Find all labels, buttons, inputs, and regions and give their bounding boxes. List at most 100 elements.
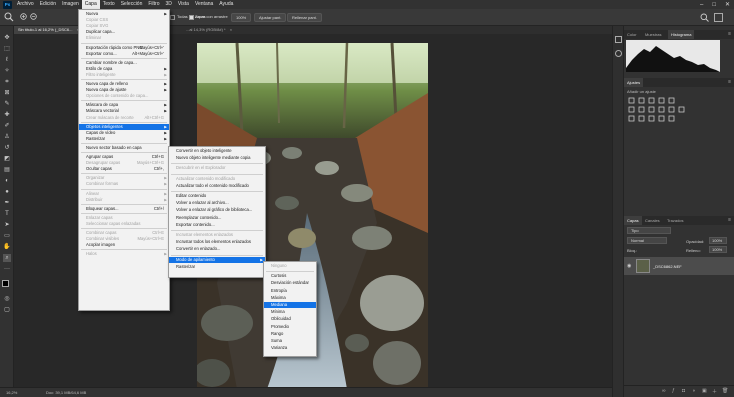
menu-item-organizar[interactable]: Organizar ▶ (79, 175, 169, 181)
tab-adjustments[interactable]: Ajustes (624, 78, 644, 87)
trash-icon[interactable]: 🗑 (722, 388, 728, 394)
tab-histogram[interactable]: Histograma (668, 30, 695, 39)
layers-checkbox[interactable] (170, 15, 175, 21)
menu-item-reemplazar-contenido[interactable]: Reemplazar contenido... (169, 215, 265, 221)
gradient-tool-icon[interactable]: ▤ (3, 166, 11, 174)
menu-item-enlazar-capas[interactable]: Enlazar capas (79, 215, 169, 221)
menu-item-nuevo-sector-basado-en-capa[interactable]: Nuevo sector basado en capa (79, 145, 169, 151)
frame-tool-icon[interactable]: ⊠ (3, 89, 11, 97)
menu-item-filtro-inteligente[interactable]: Filtro inteligente ▶ (79, 72, 169, 78)
link-layers-icon[interactable]: ∞ (662, 388, 666, 394)
zoom-out-icon[interactable] (30, 13, 38, 21)
layer-row[interactable]: ◉ _DSC6862.NEF (624, 257, 734, 275)
tab-paths[interactable]: Trazados (664, 216, 687, 225)
menu-ayuda[interactable]: Ayuda (216, 0, 236, 9)
menu-item-mediana[interactable]: Mediana (264, 302, 316, 308)
layer-name[interactable]: _DSC6862.NEF (653, 264, 682, 269)
menu-item-rasterizar[interactable]: Rasterizar (169, 264, 265, 270)
menu-item-entropia[interactable]: Entropía (264, 288, 316, 294)
zoom-tool-icon-active[interactable]: ⌕ (3, 254, 11, 262)
menu-item-editar-contenido[interactable]: Editar contenido (169, 193, 265, 199)
menu-item-actualizar-todo-el-contenido-modificado[interactable]: Actualizar todo el contenido modificado (169, 183, 265, 189)
menu-item-acoplar-imagen[interactable]: Acoplar imagen (79, 242, 169, 248)
menu-item-copiar-css[interactable]: Copiar CSS (79, 17, 169, 23)
tab-channels[interactable]: Canales (642, 216, 663, 225)
stamp-tool-icon[interactable]: ♙ (3, 133, 11, 141)
menu-item-alinear[interactable]: Alinear ▶ (79, 191, 169, 197)
close-button[interactable]: ✕ (725, 1, 730, 8)
menu-item-nueva-capa-de-ajuste[interactable]: Nueva capa de ajuste ▶ (79, 87, 169, 93)
menu-item-halos[interactable]: Halos ▶ (79, 251, 169, 257)
type-tool-icon[interactable]: T (3, 210, 11, 218)
menu-item-duplicar-capa[interactable]: Duplicar capa... (79, 29, 169, 35)
menu-item-objetos-inteligentes[interactable]: Objetos inteligentes ▶ (79, 123, 169, 130)
more-tools-icon[interactable]: ··· (3, 265, 11, 273)
fit-screen-button[interactable]: Ajustar pant. (254, 13, 287, 22)
menu-item-combinar-formas[interactable]: Combinar formas ▶ (79, 181, 169, 187)
menu-seleccion[interactable]: Selección (118, 0, 146, 9)
menu-item-descubrir-en-el-explorador[interactable]: Descubrir en el Explorador (169, 165, 265, 171)
menu-item-estilo-de-capa[interactable]: Estilo de capa ▶ (79, 66, 169, 72)
menu-item-nueva[interactable]: Nueva ▶ (79, 11, 169, 17)
panel-menu-icon[interactable]: ≡ (728, 216, 731, 225)
move-tool-icon[interactable]: ✥ (3, 34, 11, 42)
close-tab-icon[interactable]: × (230, 27, 232, 32)
menu-item-nuevo-objeto-inteligente-mediante-copia[interactable]: Nuevo objeto inteligente mediante copia (169, 155, 265, 161)
crop-tool-icon[interactable]: ⌗ (3, 78, 11, 86)
menu-item-desagrupar-capas[interactable]: Desagrupar capas Mayús+Ctrl+G (79, 160, 169, 166)
fill-screen-button[interactable]: Rellenar pant. (287, 13, 322, 22)
lasso-tool-icon[interactable]: ℓ (3, 56, 11, 64)
minimize-button[interactable]: – (700, 2, 703, 8)
menu-item-exportar-como[interactable]: Exportar como... Alt+Mayús+Ctrl+' (79, 51, 169, 57)
workspace-icon[interactable] (714, 13, 723, 22)
menu-item-incrustar-todos-los-elementos-enlazados[interactable]: Incrustar todos los elementos enlazados (169, 239, 265, 245)
dodge-tool-icon[interactable]: ● (3, 188, 11, 196)
brush-tool-icon[interactable]: ✐ (3, 122, 11, 130)
menu-item-combinar-visibles[interactable]: Combinar visibles Mayús+Ctrl+E (79, 236, 169, 242)
quick-mask-icon[interactable]: ◎ (3, 295, 11, 303)
document-tab-active[interactable]: Sin título-1 al 16,2% (_DSC6... × (14, 26, 83, 34)
menu-edicion[interactable]: Edición (37, 0, 59, 9)
visibility-eye-icon[interactable]: ◉ (627, 263, 631, 269)
new-group-icon[interactable]: ▣ (702, 388, 707, 394)
menu-item-distribuir[interactable]: Distribuir ▶ (79, 197, 169, 203)
menu-item-actualizar-contenido-modificado[interactable]: Actualizar contenido modificado (169, 176, 265, 182)
menu-item-ocultar-capas[interactable]: Ocultar capas Ctrl+, (79, 166, 169, 172)
menu-item-modo-de-apilamiento[interactable]: Modo de apilamiento ▶ (169, 256, 265, 263)
zoom-100-button[interactable]: 100% (231, 13, 252, 22)
maximize-button[interactable]: □ (712, 2, 716, 8)
menu-item-mascara-vectorial[interactable]: Máscara vectorial ▶ (79, 108, 169, 114)
document-tab-inactive[interactable]: ...al 14,3% (RGB/8#) * × (182, 26, 236, 34)
menu-item-seleccionar-capas-enlazadas[interactable]: Seleccionar capas enlazadas (79, 221, 169, 227)
marquee-tool-icon[interactable]: ⬚ (3, 45, 11, 53)
fill-field[interactable]: 100% (709, 246, 727, 253)
menu-item-minima[interactable]: Mínima (264, 309, 316, 315)
shape-tool-icon[interactable]: ▭ (3, 232, 11, 240)
eraser-tool-icon[interactable]: ◩ (3, 155, 11, 163)
screen-mode-icon[interactable]: ▢ (3, 306, 11, 314)
menu-item-agrupar-capas[interactable]: Agrupar capas Ctrl+G (79, 154, 169, 160)
menu-item-convertir-en-objeto-inteligente[interactable]: Convertir en objeto inteligente (169, 148, 265, 154)
menu-item-bloquear-capas[interactable]: Bloquear capas... Ctrl+/ (79, 206, 169, 212)
menu-archivo[interactable]: Archivo (14, 0, 37, 9)
menu-texto[interactable]: Texto (100, 0, 118, 9)
fx-icon[interactable]: ƒ (672, 388, 675, 394)
menu-filtro[interactable]: Filtro (145, 0, 162, 9)
menu-item-eliminar[interactable]: Eliminar (79, 35, 169, 41)
tab-layers[interactable]: Capas (624, 216, 642, 225)
menu-item-promedio[interactable]: Promedio (264, 324, 316, 330)
menu-item-maxima[interactable]: Máxima (264, 295, 316, 301)
zoom-readout[interactable]: 16,2% (6, 390, 17, 395)
menu-item-varianza[interactable]: Varianza (264, 345, 316, 351)
panel-menu-icon[interactable]: ≡ (728, 78, 731, 87)
path-select-tool-icon[interactable]: ➤ (3, 221, 11, 229)
zoom-tool-icon[interactable] (4, 12, 14, 22)
menu-imagen[interactable]: Imagen (59, 0, 82, 9)
menu-item-suma[interactable]: Suma (264, 338, 316, 344)
foreground-color-swatch[interactable] (2, 280, 9, 287)
panel-menu-icon[interactable]: ≡ (728, 30, 731, 39)
menu-item-exportacion-rapida-como-png[interactable]: Exportación rápida como PNG Mayús+Ctrl+' (79, 45, 169, 51)
menu-item-ninguno[interactable]: Ninguno (264, 263, 316, 269)
history-panel-icon[interactable] (615, 36, 622, 43)
blur-tool-icon[interactable]: ◐ (3, 177, 11, 185)
